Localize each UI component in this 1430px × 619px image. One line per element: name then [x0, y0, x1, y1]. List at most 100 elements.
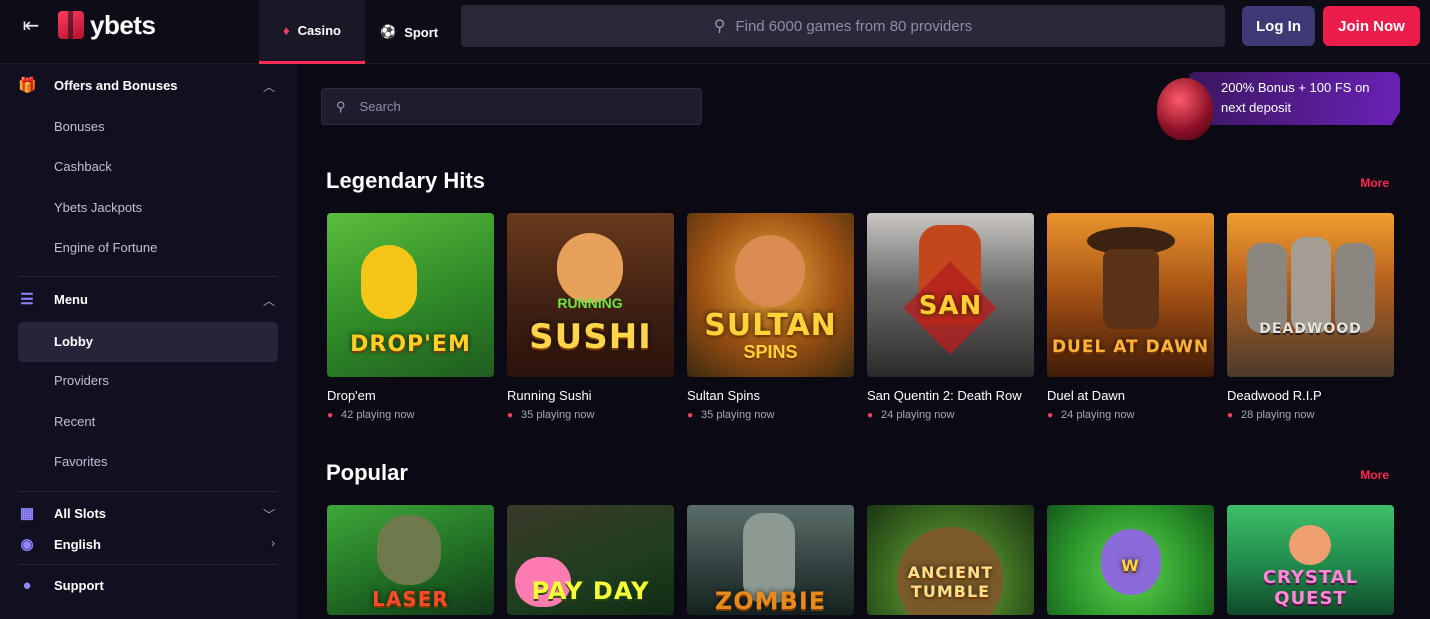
- game-card[interactable]: DUEL AT DAWN Duel at Dawn ● 24 playing no…: [1047, 213, 1214, 421]
- sidebar-item-engine-of-fortune[interactable]: Engine of Fortune: [54, 240, 157, 255]
- game-name: San Quentin 2: Death Row: [867, 388, 1022, 403]
- playing-count: ● 35 playing now: [507, 409, 674, 421]
- game-name: Sultan Spins: [687, 388, 760, 403]
- menu-list-icon: ☰: [20, 291, 34, 308]
- game-card[interactable]: SPINS SULTAN Sultan Spins ● 35 playing no…: [687, 213, 854, 421]
- playing-count-text: 35 playing now: [701, 409, 775, 421]
- person-icon: ●: [1047, 409, 1054, 421]
- collapse-sidebar-icon[interactable]: ⇤: [16, 14, 46, 38]
- playing-count: ● 24 playing now: [1047, 409, 1214, 421]
- game-thumbnail[interactable]: ANCIENT TUMBLE: [867, 505, 1034, 615]
- game-card[interactable]: CRYSTAL QUEST: [1227, 505, 1394, 615]
- sidebar-item-providers[interactable]: Providers: [54, 373, 109, 388]
- chevron-down-icon[interactable]: ﹀: [263, 506, 275, 523]
- grid-icon: ▦: [19, 505, 35, 522]
- tab-casino[interactable]: ♦ Casino: [259, 0, 365, 64]
- top-bar: ⇤ ybets ♦ Casino ⚽ Sport ⚲ Find 6000 gam…: [0, 0, 1430, 64]
- game-thumbnail[interactable]: SPINS SULTAN: [687, 213, 854, 377]
- search-icon: ⚲: [336, 98, 346, 114]
- game-thumbnail[interactable]: SAN: [867, 213, 1034, 377]
- divider: [18, 491, 278, 492]
- soccer-ball-icon: ⚽: [380, 24, 397, 39]
- playing-count-text: 24 playing now: [881, 409, 955, 421]
- person-icon: ●: [1227, 409, 1234, 421]
- game-thumbnail[interactable]: RUNNING SUSHI: [507, 213, 674, 377]
- gift-logo-icon: [58, 11, 84, 39]
- game-card[interactable]: ANCIENT TUMBLE: [867, 505, 1034, 615]
- brand-name: ybets: [90, 9, 156, 40]
- sidebar-item-lobby[interactable]: Lobby: [18, 322, 278, 362]
- sidebar-item-bonuses[interactable]: Bonuses: [54, 119, 105, 134]
- support-label: Support: [54, 577, 104, 593]
- game-card[interactable]: LASER: [327, 505, 494, 615]
- game-card[interactable]: RUNNING SUSHI Running Sushi ● 35 playing …: [507, 213, 674, 421]
- playing-count: ● 28 playing now: [1227, 409, 1394, 421]
- game-art-title: DEADWOOD: [1259, 321, 1362, 337]
- game-thumbnail[interactable]: CRYSTAL QUEST: [1227, 505, 1394, 615]
- playing-count-text: 35 playing now: [521, 409, 595, 421]
- game-card[interactable]: W: [1047, 505, 1214, 615]
- sidebar-item-all-slots[interactable]: ▦ All Slots: [18, 502, 106, 524]
- game-art-title: ZOMBIE: [714, 587, 827, 615]
- game-art-title: DUEL AT DAWN: [1051, 337, 1210, 357]
- brand-logo[interactable]: ybets: [58, 8, 156, 42]
- chevron-right-icon[interactable]: ›: [271, 536, 275, 550]
- chat-bubble-icon: ●: [22, 576, 32, 594]
- game-thumbnail[interactable]: W: [1047, 505, 1214, 615]
- game-card[interactable]: DEADWOOD Deadwood R.I.P ● 28 playing now: [1227, 213, 1394, 421]
- person-icon: ●: [867, 409, 874, 421]
- language-selector[interactable]: ◉ English: [18, 533, 101, 555]
- chevron-up-icon[interactable]: ︿: [263, 78, 275, 95]
- game-thumbnail[interactable]: DROP'EM: [327, 213, 494, 377]
- game-art-title: CRYSTAL QUEST: [1262, 567, 1359, 609]
- login-button[interactable]: Log In: [1242, 6, 1315, 46]
- person-icon: ●: [327, 409, 334, 421]
- game-art-title: SULTAN: [704, 308, 837, 343]
- sidebar-item-jackpots[interactable]: Ybets Jackpots: [54, 200, 142, 215]
- game-thumbnail[interactable]: ZOMBIE: [687, 505, 854, 615]
- game-card[interactable]: DROP'EM Drop'em ● 42 playing now: [327, 213, 494, 421]
- game-card[interactable]: ZOMBIE: [687, 505, 854, 615]
- game-thumbnail[interactable]: PAY DAY: [507, 505, 674, 615]
- sidebar: 🎁 Offers and Bonuses ︿ Bonuses Cashback …: [0, 64, 297, 619]
- game-art-title: PAY DAY: [531, 577, 650, 605]
- playing-count-text: 42 playing now: [341, 409, 415, 421]
- offers-section-header[interactable]: 🎁 Offers and Bonuses: [18, 74, 178, 96]
- legendary-more-link[interactable]: More: [1360, 176, 1389, 190]
- join-now-button[interactable]: Join Now: [1323, 6, 1420, 46]
- game-name: Drop'em: [327, 388, 376, 403]
- lobby-search-input[interactable]: ⚲ Search: [321, 88, 702, 125]
- casino-cards-icon: ♦: [283, 23, 290, 38]
- game-search-placeholder: Find 6000 games from 80 providers: [735, 17, 973, 35]
- sidebar-item-favorites[interactable]: Favorites: [54, 454, 107, 469]
- all-slots-label: All Slots: [54, 505, 107, 521]
- game-thumbnail[interactable]: DUEL AT DAWN: [1047, 213, 1214, 377]
- lobby-search-placeholder: Search: [359, 99, 401, 114]
- game-thumbnail[interactable]: LASER: [327, 505, 494, 615]
- support-button[interactable]: ● Support: [18, 574, 104, 596]
- tab-sport[interactable]: ⚽ Sport: [380, 0, 450, 64]
- game-art-title: DROP'EM: [350, 332, 471, 357]
- game-art-title: SAN: [918, 291, 983, 321]
- main-content: ⚲ Search 200% Bonus + 100 FS on next dep…: [297, 64, 1430, 619]
- search-icon: ⚲: [713, 18, 726, 35]
- chevron-up-icon[interactable]: ︿: [263, 292, 275, 309]
- tab-casino-label: Casino: [297, 23, 341, 38]
- sidebar-item-cashback[interactable]: Cashback: [54, 159, 112, 174]
- offers-section-title: Offers and Bonuses: [54, 77, 178, 93]
- game-card[interactable]: PAY DAY: [507, 505, 674, 615]
- menu-section-title: Menu: [54, 291, 88, 307]
- game-art-title: SUSHI: [529, 317, 652, 357]
- game-name: Deadwood R.I.P: [1227, 388, 1322, 403]
- game-art-title: ANCIENT TUMBLE: [907, 563, 994, 601]
- game-thumbnail[interactable]: DEADWOOD: [1227, 213, 1394, 377]
- game-card[interactable]: SAN San Quentin 2: Death Row ● 24 playing…: [867, 213, 1034, 421]
- divider: [18, 276, 278, 277]
- promo-text[interactable]: 200% Bonus + 100 FS on next deposit: [1221, 78, 1397, 118]
- playing-count-text: 28 playing now: [1241, 409, 1315, 421]
- menu-section-header[interactable]: ☰ Menu: [18, 288, 88, 310]
- playing-count: ● 35 playing now: [687, 409, 854, 421]
- game-search-input[interactable]: ⚲ Find 6000 games from 80 providers: [461, 5, 1225, 47]
- sidebar-item-recent[interactable]: Recent: [54, 414, 95, 429]
- popular-more-link[interactable]: More: [1360, 468, 1389, 482]
